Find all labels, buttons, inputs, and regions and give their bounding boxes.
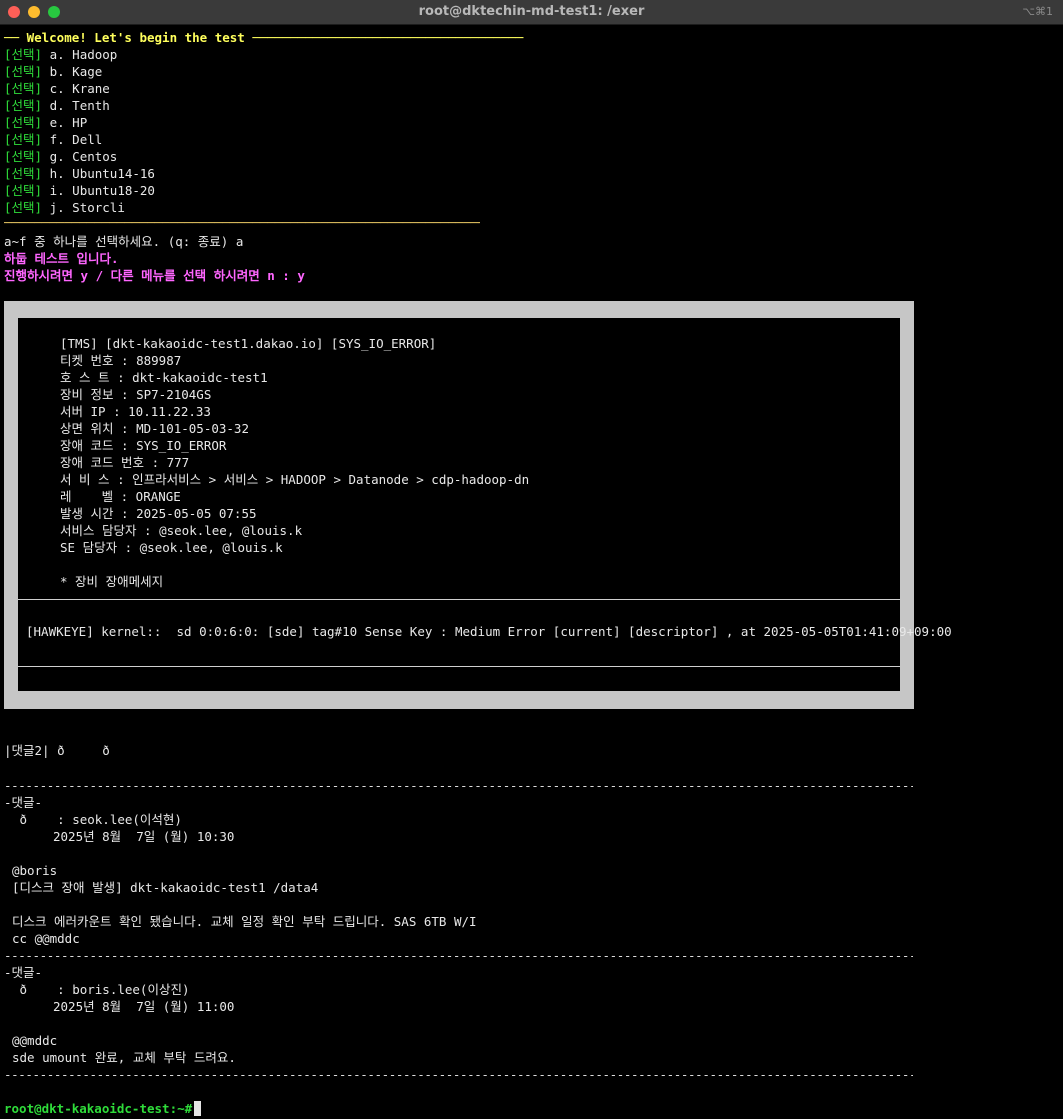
menu-item-tag: [선택]: [4, 200, 43, 215]
comment-body-line: @@mddc: [12, 1033, 58, 1048]
menu-item-tag: [선택]: [4, 47, 43, 62]
menu-item-label: i. Ubuntu18-20: [49, 183, 155, 198]
menu-item: [선택] f. Dell: [4, 131, 102, 148]
comment-body-line: @boris: [12, 863, 58, 878]
ticket-line: 티켓 번호 : 889987: [60, 353, 182, 368]
ticket-line: 장애 코드 번호 : 777: [60, 455, 190, 470]
menu-item: [선택] d. Tenth: [4, 97, 110, 114]
comment-body-line: cc @@mddc: [12, 931, 80, 946]
menu-item: [선택] i. Ubuntu18-20: [4, 182, 155, 199]
menu-item-tag: [선택]: [4, 132, 43, 147]
menu-item-tag: [선택]: [4, 115, 43, 130]
menu-item: [선택] h. Ubuntu14-16: [4, 165, 155, 182]
ticket-line: 호 스 트 : dkt-kakaoidc-test1: [60, 370, 268, 385]
ticket-header: [TMS] [dkt-kakaoidc-test1.dakao.io] [SYS…: [60, 336, 437, 351]
welcome-banner: ── Welcome! Let's begin the test ───────…: [4, 30, 524, 45]
comment-divider: ----------------------------------------…: [4, 1067, 913, 1082]
menu-item-label: d. Tenth: [49, 98, 110, 113]
comment-divider: ----------------------------------------…: [4, 778, 913, 793]
menu-item-label: c. Krane: [49, 81, 110, 96]
comment-date: 2025년 8월 7일 (월) 10:30: [53, 829, 235, 844]
message-title: * 장비 장애메세지: [60, 574, 164, 589]
menu-item-label: e. HP: [49, 115, 88, 130]
comment-label: -댓글-: [4, 795, 43, 810]
hadoop-notice: 하둡 테스트 입니다.: [4, 251, 119, 266]
shell-prompt-line[interactable]: root@dkt-kakaoidc-test:~#: [4, 1100, 202, 1117]
menu-item-tag: [선택]: [4, 183, 43, 198]
menu-divider: ────────────────────────────────────────…: [4, 215, 480, 230]
comment-body-line: [디스크 장애 발생] dkt-kakaoidc-test1 /data4: [12, 880, 319, 895]
ticket-line: SE 담당자 : @seok.lee, @louis.k: [60, 540, 283, 555]
menu-item-label: f. Dell: [49, 132, 103, 147]
proceed-prompt: 진행하시려면 y / 다른 메뉴를 선택 하시려면 n : y: [4, 268, 305, 283]
comment-body-line: sde umount 완료, 교체 부탁 드려요.: [12, 1050, 236, 1065]
terminal-content[interactable]: ── Welcome! Let's begin the test ───────…: [0, 24, 1063, 1119]
error-message: [HAWKEYE] kernel:: sd 0:0:6:0: [sde] tag…: [26, 624, 952, 639]
select-prompt: a~f 중 하나를 선택하세요. (q: 종료) a: [4, 234, 244, 249]
menu-item-tag: [선택]: [4, 98, 43, 113]
ticket-line: 발생 시간 : 2025-05-05 07:55: [60, 506, 257, 521]
menu-item: [선택] a. Hadoop: [4, 46, 117, 63]
comment-author: ð : boris.lee(이상진): [12, 982, 190, 997]
comment-body-line: 디스크 에러카운트 확인 됐습니다. 교체 일정 확인 부탁 드립니다. SAS…: [12, 914, 477, 929]
ticket-line: 장비 정보 : SP7-2104GS: [60, 387, 212, 402]
menu-item-tag: [선택]: [4, 166, 43, 181]
menu-item: [선택] b. Kage: [4, 63, 102, 80]
menu-item-label: g. Centos: [49, 149, 118, 164]
ticket-line: 서버 IP : 10.11.22.33: [60, 404, 211, 419]
comment-date: 2025년 8월 7일 (월) 11:00: [53, 999, 235, 1014]
window-shortcut: ⌥⌘1: [1022, 5, 1053, 18]
message-divider: [18, 599, 900, 600]
menu-item-label: j. Storcli: [49, 200, 125, 215]
ticket-line: 상면 위치 : MD-101-05-03-32: [60, 421, 249, 436]
comment-divider: ----------------------------------------…: [4, 948, 913, 963]
text-cursor: [194, 1101, 202, 1116]
menu-item-label: a. Hadoop: [49, 47, 118, 62]
menu-item-tag: [선택]: [4, 64, 43, 79]
menu-item-label: b. Kage: [49, 64, 103, 79]
ticket-panel-body: [TMS] [dkt-kakaoidc-test1.dakao.io] [SYS…: [18, 318, 952, 691]
menu-item: [선택] c. Krane: [4, 80, 110, 97]
ticket-line: 레 벨 : ORANGE: [60, 489, 181, 504]
window-title: root@dktechin-md-test1: /exer: [418, 4, 645, 19]
menu-item-tag: [선택]: [4, 149, 43, 164]
comments-header: |댓글2| ð ð: [4, 743, 110, 758]
ticket-line: 서비스 담당자 : @seok.lee, @louis.k: [60, 523, 303, 538]
menu-item: [선택] e. HP: [4, 114, 87, 131]
menu-item-label: h. Ubuntu14-16: [49, 166, 155, 181]
ticket-line: 서 비 스 : 인프라서비스 > 서비스 > HADOOP > Datanode…: [60, 472, 530, 487]
menu-item-tag: [선택]: [4, 81, 43, 96]
menu-item: [선택] g. Centos: [4, 148, 117, 165]
message-divider: [18, 666, 900, 667]
shell-prompt: root@dkt-kakaoidc-test:~#: [4, 1101, 193, 1116]
comment-author: ð : seok.lee(이석현): [12, 812, 182, 827]
ticket-line: 장애 코드 : SYS_IO_ERROR: [60, 438, 227, 453]
window-titlebar: root@dktechin-md-test1: /exer ⌥⌘1: [0, 0, 1063, 25]
comment-label: -댓글-: [4, 965, 43, 980]
ticket-panel: [TMS] [dkt-kakaoidc-test1.dakao.io] [SYS…: [4, 301, 952, 709]
